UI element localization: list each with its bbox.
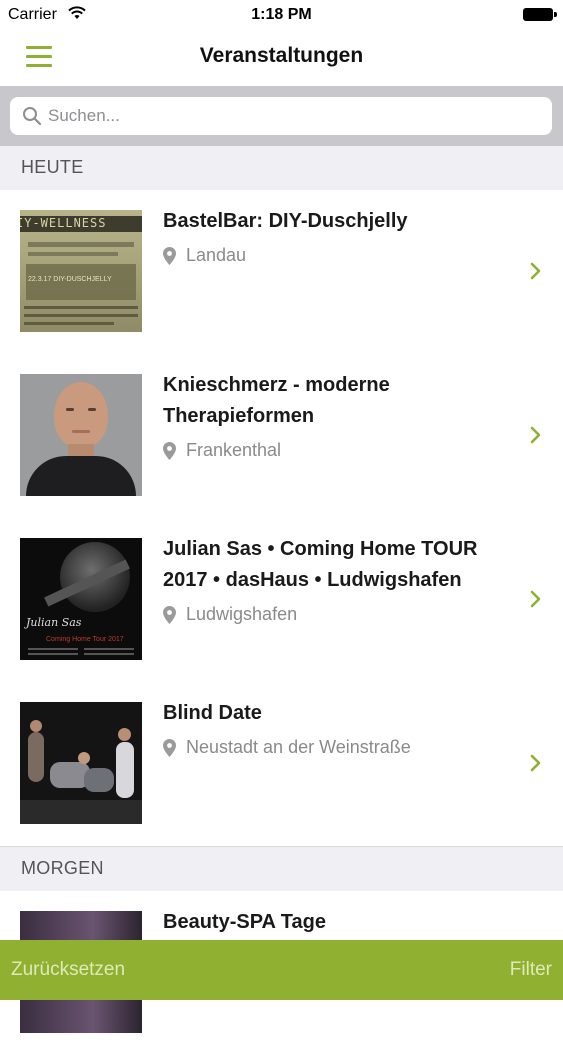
thumbnail-caption: 22.3.17 DIY-DUSCHJELLY [28, 276, 112, 283]
chevron-right-icon [530, 426, 541, 444]
section-header-morgen: MORGEN [0, 847, 563, 891]
location-pin-icon [163, 605, 176, 624]
event-title: Julian Sas • Coming Home TOUR 2017 • das… [163, 538, 478, 591]
event-title: Beauty-SPA Tage [163, 911, 326, 933]
event-row[interactable]: Julian Sas Coming Home Tour 2017 Julian … [0, 518, 563, 683]
event-row[interactable]: Knieschmerz - moderne Therapieformen Fra… [0, 354, 563, 519]
event-thumbnail [20, 374, 142, 496]
event-location: Landau [163, 245, 246, 266]
status-time: 1:18 PM [251, 6, 312, 23]
event-title: BastelBar: DIY-Duschjelly [163, 210, 408, 232]
chevron-right-icon [530, 590, 541, 608]
battery-icon [523, 8, 557, 21]
event-title: Knieschmerz - moderne Therapieformen [163, 374, 390, 427]
event-location: Frankenthal [163, 440, 281, 461]
bottom-toolbar: Zurücksetzen Filter [0, 940, 563, 1000]
status-bar: Carrier 1:18 PM [0, 0, 563, 30]
event-thumbnail: IY-WELLNESS 22.3.17 DIY-DUSCHJELLY [20, 210, 142, 332]
filter-button[interactable]: Filter [510, 959, 552, 981]
event-location-label: Ludwigshafen [186, 604, 298, 624]
event-location-label: Neustadt an der Weinstraße [186, 737, 411, 757]
section-header-heute: HEUTE [0, 146, 563, 190]
search-field[interactable] [10, 97, 552, 135]
thumbnail-caption: Coming Home Tour 2017 [46, 636, 124, 643]
page-title: Veranstaltungen [199, 44, 364, 67]
thumbnail-text: IY-WELLNESS [20, 216, 107, 230]
chevron-right-icon [530, 262, 541, 280]
event-location: Neustadt an der Weinstraße [163, 737, 411, 758]
event-row[interactable]: IY-WELLNESS 22.3.17 DIY-DUSCHJELLY Baste… [0, 190, 563, 355]
section-label: MORGEN [21, 858, 104, 878]
event-row[interactable]: Blind Date Neustadt an der Weinstraße [0, 682, 563, 847]
event-thumbnail [20, 702, 142, 824]
thumbnail-text: Julian Sas [26, 616, 82, 629]
reset-button[interactable]: Zurücksetzen [11, 959, 125, 981]
search-bar [0, 86, 563, 146]
search-input[interactable] [48, 97, 528, 135]
section-label: HEUTE [21, 157, 84, 177]
search-icon [23, 107, 42, 126]
chevron-right-icon [530, 754, 541, 772]
event-location-label: Frankenthal [186, 440, 282, 460]
location-pin-icon [163, 441, 176, 460]
event-location: Ludwigshafen [163, 604, 297, 625]
event-thumbnail: Julian Sas Coming Home Tour 2017 [20, 538, 142, 660]
event-location-label: Landau [186, 245, 247, 265]
location-pin-icon [163, 738, 176, 757]
event-title: Blind Date [163, 702, 262, 724]
location-pin-icon [163, 246, 176, 265]
navigation-bar: Veranstaltungen [0, 30, 563, 86]
